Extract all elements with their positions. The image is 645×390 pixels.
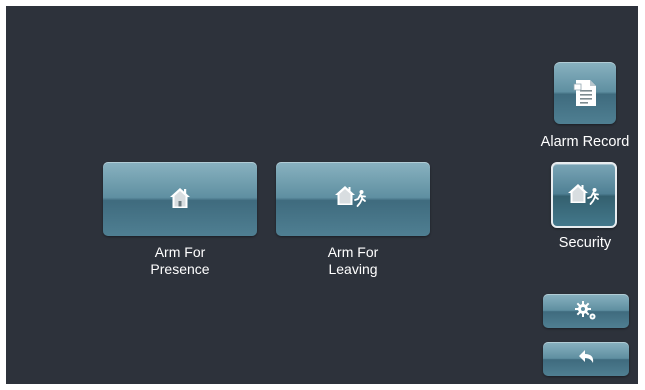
gears-icon	[575, 301, 596, 320]
arm-for-leaving-label: Arm For Leaving	[327, 244, 379, 277]
document-icon	[573, 80, 596, 106]
alarm-screen: Arm For Presence Arm For Leaving Alarm R…	[6, 6, 638, 384]
house-running-person-icon	[335, 186, 366, 207]
back-arrow-icon	[579, 350, 594, 363]
security-button[interactable]	[551, 162, 617, 228]
arm-for-leaving-button[interactable]	[276, 162, 430, 236]
house-running-person-icon	[568, 184, 599, 205]
back-button[interactable]	[543, 342, 629, 376]
settings-button[interactable]	[543, 294, 629, 328]
alarm-record-label: Alarm Record	[540, 134, 630, 150]
arm-for-presence-button[interactable]	[103, 162, 257, 236]
house-icon	[170, 188, 190, 208]
alarm-record-button[interactable]	[554, 62, 616, 124]
arm-for-presence-label: Arm For Presence	[150, 244, 210, 277]
security-label: Security	[558, 235, 612, 251]
